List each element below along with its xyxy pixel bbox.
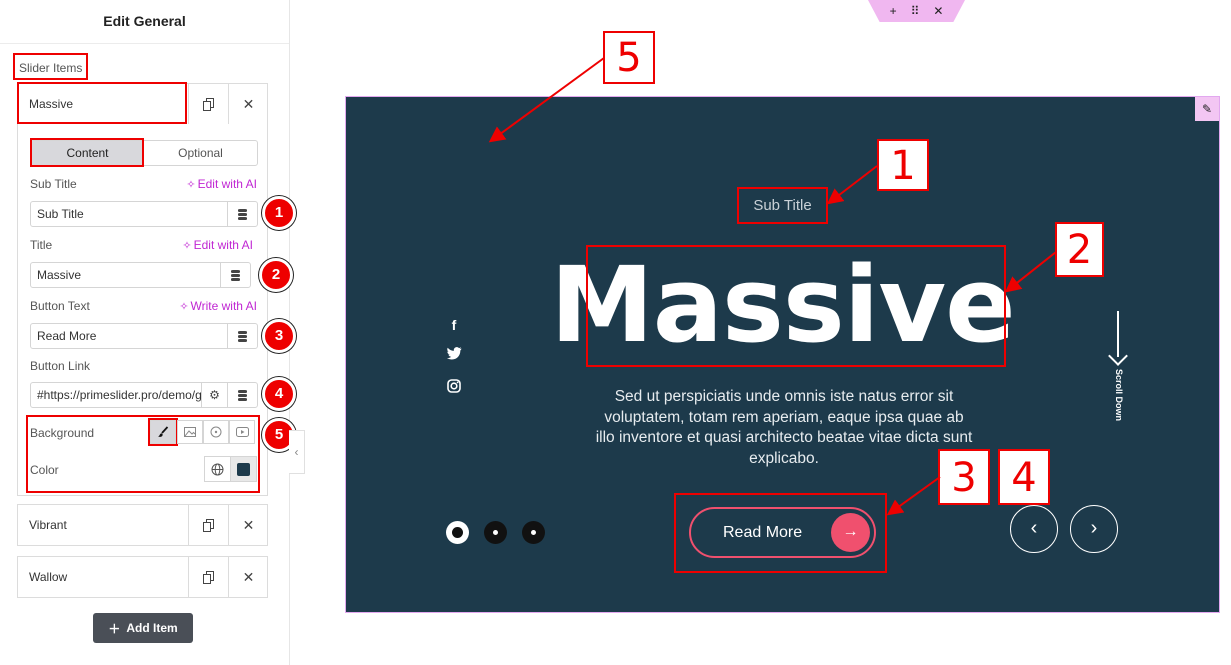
pagination-dot[interactable]: [522, 521, 545, 544]
slider-item-wallow[interactable]: Wallow ✕: [17, 556, 268, 598]
scroll-down-label: Scroll Down: [1114, 369, 1124, 422]
pagination-dot-active[interactable]: [446, 521, 469, 544]
remove-icon[interactable]: ✕: [228, 84, 268, 124]
facebook-icon[interactable]: f: [446, 317, 462, 333]
title-label: Title: [30, 238, 53, 252]
prev-slide-button[interactable]: ‹: [1010, 505, 1058, 553]
button-text-input[interactable]: Read More: [30, 323, 258, 349]
read-more-button[interactable]: Read More →: [689, 507, 876, 558]
slider-item-name[interactable]: Massive: [18, 84, 188, 124]
plus-icon: ＋: [108, 621, 121, 636]
globe-icon[interactable]: [204, 456, 231, 482]
slide-description: Sed ut perspiciatis unde omnis iste natu…: [595, 388, 973, 467]
annotation-number-2: 2: [1055, 222, 1104, 277]
duplicate-icon[interactable]: [188, 84, 228, 124]
sub-title-value[interactable]: Sub Title: [31, 202, 227, 226]
button-text-label: Button Text: [30, 299, 90, 313]
annotation-badge-1: 1: [262, 196, 296, 230]
drag-handle-icon[interactable]: ⠿: [911, 4, 920, 18]
annotation-number-5: 5: [603, 31, 655, 84]
ai-sparkle-icon: ✧: [186, 179, 196, 191]
tab-content[interactable]: Content: [31, 141, 144, 165]
image-icon[interactable]: [177, 420, 203, 444]
dynamic-tags-icon[interactable]: [227, 324, 257, 348]
annotation-badge-3: 3: [262, 319, 296, 353]
edit-with-ai-link[interactable]: ✧ Edit with AI: [182, 238, 253, 252]
tab-optional[interactable]: Optional: [144, 141, 257, 165]
annotation-number-4: 4: [998, 449, 1050, 505]
chevron-left-icon: ‹: [1030, 517, 1038, 539]
app-root: Edit General Slider Items Massive ✕ Cont…: [0, 0, 1231, 665]
background-label: Background: [30, 426, 95, 440]
video-icon[interactable]: [229, 420, 255, 444]
edit-pencil-icon[interactable]: ✎: [1195, 97, 1219, 121]
gradient-icon[interactable]: [203, 420, 229, 444]
title-input[interactable]: Massive: [30, 262, 251, 288]
color-label: Color: [30, 463, 59, 477]
add-item-button[interactable]: ＋ Add Item: [93, 613, 193, 643]
button-link-label: Button Link: [30, 359, 91, 373]
slider-preview: ✎ Sub Title Massive Sed ut perspiciatis …: [345, 96, 1220, 613]
annotation-number-1: 1: [877, 139, 929, 191]
chevron-left-icon: ‹: [294, 445, 299, 459]
add-item-label: Add Item: [126, 621, 178, 635]
remove-icon[interactable]: ✕: [228, 505, 268, 545]
chevron-right-icon: ›: [1090, 517, 1098, 539]
scroll-down-indicator[interactable]: Scroll Down: [1108, 311, 1128, 421]
edit-panel: Edit General Slider Items Massive ✕ Cont…: [0, 0, 296, 665]
slider-item-vibrant[interactable]: Vibrant ✕: [17, 504, 268, 546]
arrow-down-icon: [1108, 346, 1128, 366]
collapse-panel-handle[interactable]: ‹: [289, 430, 305, 474]
annotation-badge-2: 2: [259, 258, 293, 292]
next-slide-button[interactable]: ›: [1070, 505, 1118, 553]
ai-sparkle-icon: ✧: [179, 301, 189, 313]
slide-sub-title: Sub Title: [753, 197, 812, 214]
title-value[interactable]: Massive: [31, 263, 220, 287]
sub-title-label: Sub Title: [30, 177, 77, 191]
button-link-input[interactable]: #https://primeslider.pro/demo/g ⚙: [30, 382, 258, 408]
dynamic-tags-icon[interactable]: [220, 263, 250, 287]
item-editor: Content Optional Sub Title ✧ Edit with AI…: [17, 124, 268, 496]
instagram-icon[interactable]: [446, 379, 462, 396]
plus-icon[interactable]: +: [890, 4, 897, 18]
ai-link-label: Edit with AI: [197, 177, 257, 191]
slider-item-name[interactable]: Vibrant: [18, 505, 188, 545]
button-text-value[interactable]: Read More: [31, 324, 227, 348]
annotation-number-3: 3: [938, 449, 990, 505]
slider-item-massive[interactable]: Massive ✕: [17, 83, 268, 125]
section-toolbar: + ⠿ ✕: [868, 0, 965, 22]
annotation-badge-4: 4: [262, 377, 296, 411]
read-more-label: Read More: [723, 524, 803, 541]
close-icon[interactable]: ✕: [933, 4, 943, 18]
twitter-icon[interactable]: [446, 347, 462, 363]
remove-icon[interactable]: ✕: [228, 557, 268, 597]
color-swatch[interactable]: [230, 456, 257, 482]
edit-with-ai-link[interactable]: ✧ Edit with AI: [186, 177, 257, 191]
arrow-right-icon: →: [831, 513, 870, 552]
gear-icon[interactable]: ⚙: [201, 383, 227, 407]
duplicate-icon[interactable]: [188, 557, 228, 597]
pagination-dot[interactable]: [484, 521, 507, 544]
panel-title: Edit General: [0, 0, 289, 44]
section-label-slider-items: Slider Items: [13, 53, 89, 80]
color-swatch-fill: [237, 462, 250, 476]
dynamic-tags-icon[interactable]: [227, 202, 257, 226]
dynamic-tags-icon[interactable]: [227, 383, 257, 407]
ai-link-label: Write with AI: [190, 299, 257, 313]
ai-sparkle-icon: ✧: [182, 240, 192, 252]
sub-title-input[interactable]: Sub Title: [30, 201, 258, 227]
classic-brush-icon[interactable]: [150, 420, 176, 444]
ai-link-label: Edit with AI: [193, 238, 253, 252]
duplicate-icon[interactable]: [188, 505, 228, 545]
button-link-value[interactable]: #https://primeslider.pro/demo/g: [31, 383, 201, 407]
write-with-ai-link[interactable]: ✧ Write with AI: [179, 299, 257, 313]
slider-item-name[interactable]: Wallow: [18, 557, 188, 597]
content-tabs: Content Optional: [30, 140, 258, 166]
